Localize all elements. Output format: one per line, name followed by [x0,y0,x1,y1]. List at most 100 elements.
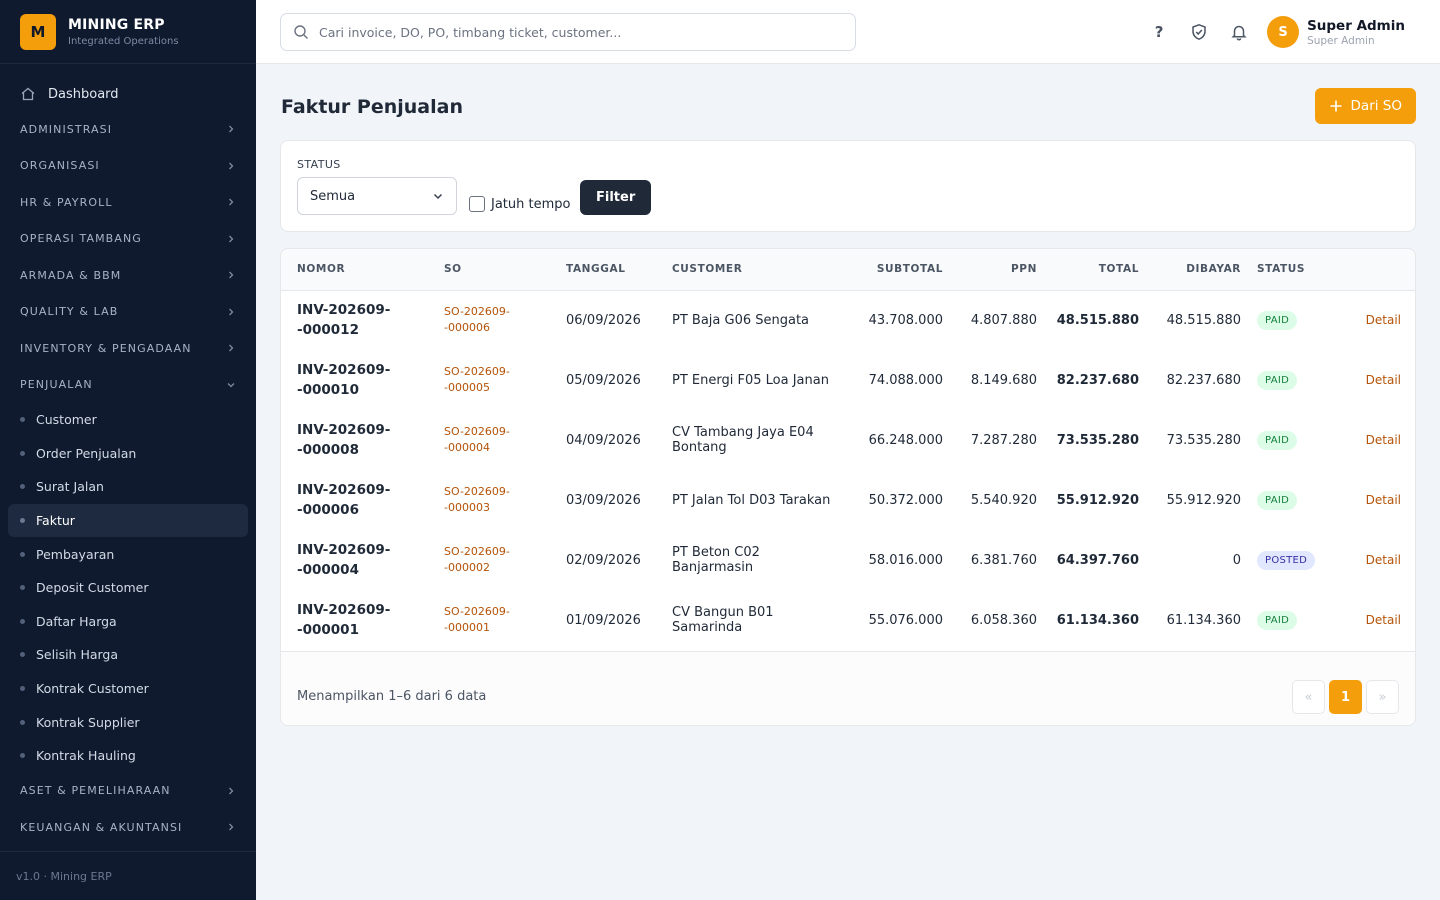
so-number-line: SO-202609- [444,365,510,378]
detail-link[interactable]: Detail [1333,410,1415,470]
sidebar-nav: Dashboard ADMINISTRASI ORGANISASI HR & PAY… [0,64,256,846]
new-from-so-label: Dari SO [1350,98,1402,114]
so-link[interactable]: SO-202609- -000001 [436,590,558,650]
status-select-value: Semua [310,188,356,204]
sidebar-item-label: Deposit Customer [36,580,149,596]
prev-page-button[interactable]: « [1292,680,1325,714]
detail-link[interactable]: Detail [1333,290,1415,350]
subtotal-value: 66.248.000 [868,432,943,448]
sidebar-section-penjualan[interactable]: PENJUALAN [0,367,256,404]
sidebar-item-faktur[interactable]: Faktur [8,503,248,538]
so-link[interactable]: SO-202609- -000006 [436,290,558,350]
column-header-tanggal: TANGGAL [566,263,626,276]
bell-icon[interactable] [1229,22,1249,42]
sidebar-item-customer[interactable]: Customer [8,403,248,437]
invoice-number-line: -000012 [297,322,359,339]
bullet-dot-icon [20,551,25,557]
total-value: 82.237.680 [1056,372,1139,388]
column-header-customer: CUSTOMER [672,263,743,276]
page-1-button[interactable]: 1 [1329,680,1362,714]
invoice-number-line: INV-202609- [297,542,391,558]
sidebar-item-kontrak-customer[interactable]: Kontrak Customer [8,672,248,706]
invoice-table: NOMOR SO TANGGAL CUSTOMER SUBTOTAL PPN TOTAL DI… [281,249,1415,650]
brand-subtitle: Integrated Operations [68,35,179,47]
chevron-right-icon [229,235,234,243]
ppn-value: 7.287.280 [970,432,1037,448]
invoice-date: 03/09/2026 [566,492,641,508]
shield-check-icon[interactable] [1189,22,1209,42]
detail-link[interactable]: Detail [1333,350,1415,410]
user-menu[interactable]: S Super Admin Super Admin [1267,16,1405,48]
sidebar-section-keuangan-akuntansi[interactable]: KEUANGAN & AKUNTANSI [0,809,256,846]
table-row[interactable]: INV-202609- -000012 SO-202609- -000006 06/09… [281,290,1415,350]
sidebar-item-order-penjualan[interactable]: Order Penjualan [8,437,248,471]
table-row[interactable]: INV-202609- -000010 SO-202609- -000005 05/09… [281,350,1415,410]
paid-value: 73.535.280 [1166,432,1241,448]
so-link[interactable]: SO-202609- -000005 [436,350,558,410]
detail-link[interactable]: Detail [1333,590,1415,650]
help-icon[interactable]: ? [1149,22,1169,42]
so-number-line: SO-202609- [444,305,510,319]
bullet-dot-icon [20,652,25,658]
brand[interactable]: M MINING ERP Integrated Operations [0,0,256,64]
sidebar-item-dashboard[interactable]: Dashboard [8,77,248,111]
filter-button[interactable]: Filter [580,180,652,215]
so-link[interactable]: SO-202609- -000003 [436,470,558,530]
so-number-line: SO-202609- [444,545,510,558]
so-number-line: -000005 [444,381,490,394]
sidebar-section-armada-bbm[interactable]: ARMADA & BBM [0,257,256,294]
sidebar-section-hr-payroll[interactable]: HR & PAYROLL [0,184,256,221]
total-value: 55.912.920 [1056,492,1139,508]
table-row[interactable]: INV-202609- -000008 SO-202609- -000004 04/09… [281,410,1415,470]
invoice-number[interactable]: INV-202609- -000012 [281,290,436,350]
invoice-number[interactable]: INV-202609- -000001 [281,590,436,650]
next-page-button[interactable]: » [1366,680,1399,714]
total-value: 73.535.280 [1056,432,1139,448]
sidebar-item-surat-jalan[interactable]: Surat Jalan [8,470,248,504]
invoice-number[interactable]: INV-202609- -000010 [281,350,436,410]
sidebar-item-label: Kontrak Customer [36,681,149,697]
sidebar-section-inventory-pengadaan[interactable]: INVENTORY & PENGADAAN [0,330,256,367]
invoice-number[interactable]: INV-202609- -000004 [281,530,436,590]
sidebar-section-quality-lab[interactable]: QUALITY & LAB [0,294,256,331]
sidebar-item-deposit-customer[interactable]: Deposit Customer [8,571,248,605]
column-header-dibayar: DIBAYAR [1186,263,1241,276]
sidebar-item-kontrak-supplier[interactable]: Kontrak Supplier [8,705,248,739]
detail-link[interactable]: Detail [1333,530,1415,590]
sidebar-section-operasi-tambang[interactable]: OPERASI TAMBANG [0,221,256,258]
sidebar-section-organisasi[interactable]: ORGANISASI [0,148,256,185]
search-box[interactable] [280,13,856,51]
sidebar-section-label: ORGANISASI [20,159,100,173]
status-badge: PAID [1257,490,1298,510]
due-date-toggle[interactable]: Jatuh tempo [469,196,570,212]
subtotal-value: 74.088.000 [868,372,943,388]
sidebar-section-administrasi[interactable]: ADMINISTRASI [0,111,256,148]
chevron-right-icon [229,198,234,206]
invoice-number[interactable]: INV-202609- -000008 [281,410,436,470]
due-date-checkbox[interactable] [469,196,485,212]
table-row[interactable]: INV-202609- -000004 SO-202609- -000002 02/09… [281,530,1415,590]
invoice-number-line: INV-202609- [297,602,391,618]
sidebar-item-pembayaran[interactable]: Pembayaran [8,537,248,571]
search-icon [294,25,308,39]
table-row[interactable]: INV-202609- -000001 SO-202609- -000001 01/09… [281,590,1415,650]
column-header-action [1333,249,1415,290]
new-from-so-button[interactable]: Dari SO [1314,88,1416,124]
invoice-number-line: INV-202609- [297,302,391,319]
invoice-number-line: -000004 [297,562,359,578]
search-input[interactable] [319,24,839,40]
sidebar-section-aset-pemeliharaan[interactable]: ASET & PEMELIHARAAN [0,773,256,810]
sidebar-item-label: Faktur [36,513,75,529]
status-select[interactable]: Semua [297,177,457,215]
sidebar-item-daftar-harga[interactable]: Daftar Harga [8,605,248,639]
detail-link[interactable]: Detail [1333,470,1415,530]
table-row[interactable]: INV-202609- -000006 SO-202609- -000003 03/09… [281,470,1415,530]
sidebar-section-label: OPERASI TAMBANG [20,232,142,246]
invoice-number[interactable]: INV-202609- -000006 [281,470,436,530]
sidebar-item-kontrak-hauling[interactable]: Kontrak Hauling [8,739,248,773]
so-link[interactable]: SO-202609- -000002 [436,530,558,590]
status-badge: PAID [1257,310,1298,330]
bullet-dot-icon [20,686,25,692]
so-link[interactable]: SO-202609- -000004 [436,410,558,470]
sidebar-item-selisih-harga[interactable]: Selisih Harga [8,638,248,672]
